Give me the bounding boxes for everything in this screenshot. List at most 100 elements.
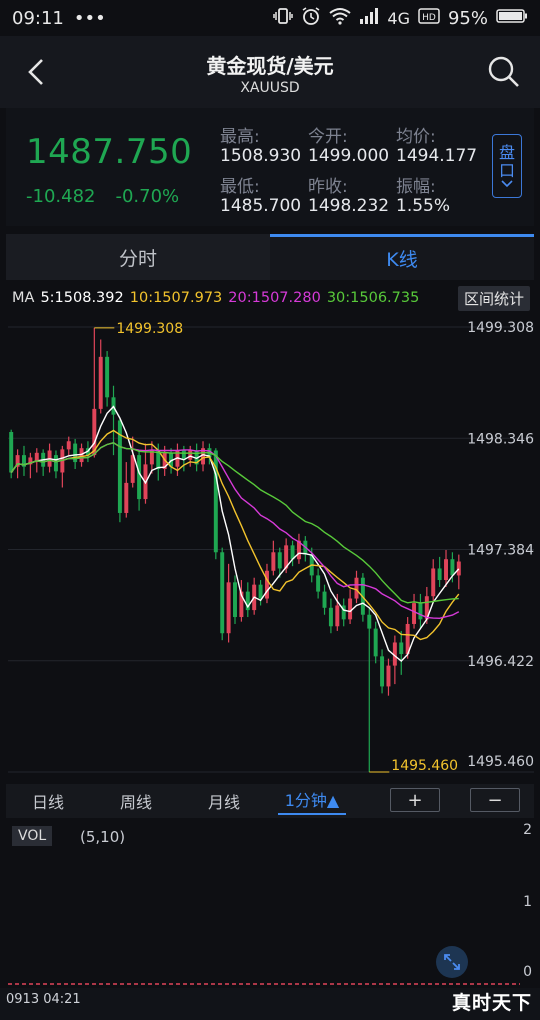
ma20-value: 20:1507.280 [228,290,321,306]
kline-svg: 1499.308 1498.346 1497.384 1496.422 1495.460… [8,320,534,774]
candle-body [188,450,193,460]
fullscreen-button[interactable] [436,946,468,978]
status-bar: 09:11 ••• 4G HD 95% [0,0,540,36]
candle-body [399,642,404,655]
candle-body [34,452,39,461]
page-subtitle: XAUUSD [240,80,300,96]
quote-stats: 最高: 今开: 均价: 1508.930 1499.000 1494.177 最… [220,122,484,220]
candle-body [437,568,442,581]
chart-tabs: 分时 K线 [6,234,534,280]
zoom-in-button[interactable]: + [390,788,440,812]
ma-legend-label: MA [12,290,35,306]
candle-body [271,552,276,571]
stat-high-label: 最高: [220,127,260,147]
order-book-char-2: 口 [498,161,515,180]
signal-icon [359,7,379,29]
period-weekly[interactable]: 周线 [120,789,152,813]
period-1min[interactable]: 1分钟▲ [278,787,346,815]
period-monthly[interactable]: 月线 [208,789,240,813]
candle-body [66,441,71,450]
candle-body [380,656,385,687]
search-button[interactable] [486,54,522,90]
candle-body [220,552,225,634]
expand-icon [444,954,460,970]
stat-avg-value: 1494.177 [396,146,478,166]
alarm-icon [301,6,321,31]
candle-body [444,559,448,581]
high-marker-label: 1499.308 [116,321,183,337]
stat-open-label: 今开: [308,127,348,147]
y-tick-label: 1498.346 [467,431,534,447]
range-stats-button[interactable]: 区间统计 [457,286,530,311]
candle-body [412,603,417,624]
candle-body [124,482,129,513]
candle-body [386,665,391,687]
candle-body [348,598,353,620]
candle-body [335,605,340,627]
price-change: -10.482 [26,186,96,207]
zoom-out-button[interactable]: − [470,788,520,812]
kline-chart[interactable]: 1499.308 1498.346 1497.384 1496.422 1495.460… [0,282,540,782]
candle-body [456,561,461,576]
candle-body [226,582,231,634]
stat-high-value: 1508.930 [220,146,302,166]
candle-body [233,582,237,618]
candle-body [354,577,359,599]
candle-body [277,552,282,569]
quote-panel: 1487.750 -10.482 -0.70% 最高: 今开: 均价: 1508… [6,108,534,226]
candle-body [450,559,455,576]
tab-kline[interactable]: K线 [270,234,534,280]
ma5-value: 5:1508.392 [40,290,124,306]
stat-prevclose-value: 1498.232 [308,196,390,216]
price-change-row: -10.482 -0.70% [26,186,179,207]
y-tick-label: 1499.308 [467,320,534,336]
candle-body [373,628,378,657]
candle-body [418,603,423,620]
hd-icon: HD [418,7,440,29]
stat-open-value: 1499.000 [308,146,390,166]
time-axis-bar: 0913 04:21 真时天下 [0,988,540,1020]
battery-icon [496,8,528,29]
candle-body [53,455,58,472]
notification-dots: ••• [73,7,106,29]
candle-body [367,614,372,629]
stat-low-label: 最低: [220,177,260,197]
candle-body [105,356,110,398]
stat-prevclose-label: 昨收: [308,177,348,197]
network-type: 4G [387,8,410,28]
ma30-value: 30:1506.735 [326,290,420,306]
battery-percent: 95% [447,7,488,29]
candle-body [431,568,436,597]
svg-text:HD: HD [422,13,436,23]
search-icon [488,56,519,87]
candle-body [316,575,321,592]
volume-panel: VOL (5,10) 2 1 0 [0,818,540,988]
low-marker-label: 1495.460 [391,758,458,774]
status-time: 09:11 [12,7,64,29]
ma-legend: MA 5:1508.392 10:1507.973 20:1507.280 30… [12,290,419,306]
page-title: 黄金现货/美元 [206,54,334,78]
candle-body [9,432,14,473]
candle-body [98,356,103,409]
order-book-button[interactable]: 盘 口 [492,134,522,198]
vibrate-icon [273,7,294,30]
stat-amplitude-value: 1.55% [396,196,451,216]
order-book-char-1: 盘 [498,143,515,162]
tab-timeshare[interactable]: 分时 [6,234,270,280]
price-change-percent: -0.70% [115,186,180,207]
watermark-text: 真时天下 [451,992,532,1014]
candle-body [258,584,263,599]
period-daily[interactable]: 日线 [32,789,64,813]
last-price: 1487.750 [26,132,193,172]
candle-body [322,591,327,608]
y-tick-label: 1496.422 [467,654,534,670]
ma10-value: 10:1507.973 [129,290,223,306]
y-tick-label: 1495.460 [467,754,534,770]
chevron-down-icon [501,180,513,188]
stat-low-value: 1485.700 [220,196,302,216]
period-bar: 日线 周线 月线 1分钟▲ + − [6,784,534,818]
candle-body [328,607,333,627]
wifi-icon [329,7,352,30]
stat-amplitude-label: 振幅: [396,177,436,197]
nav-bar: 黄金现货/美元 XAUUSD [0,36,540,108]
